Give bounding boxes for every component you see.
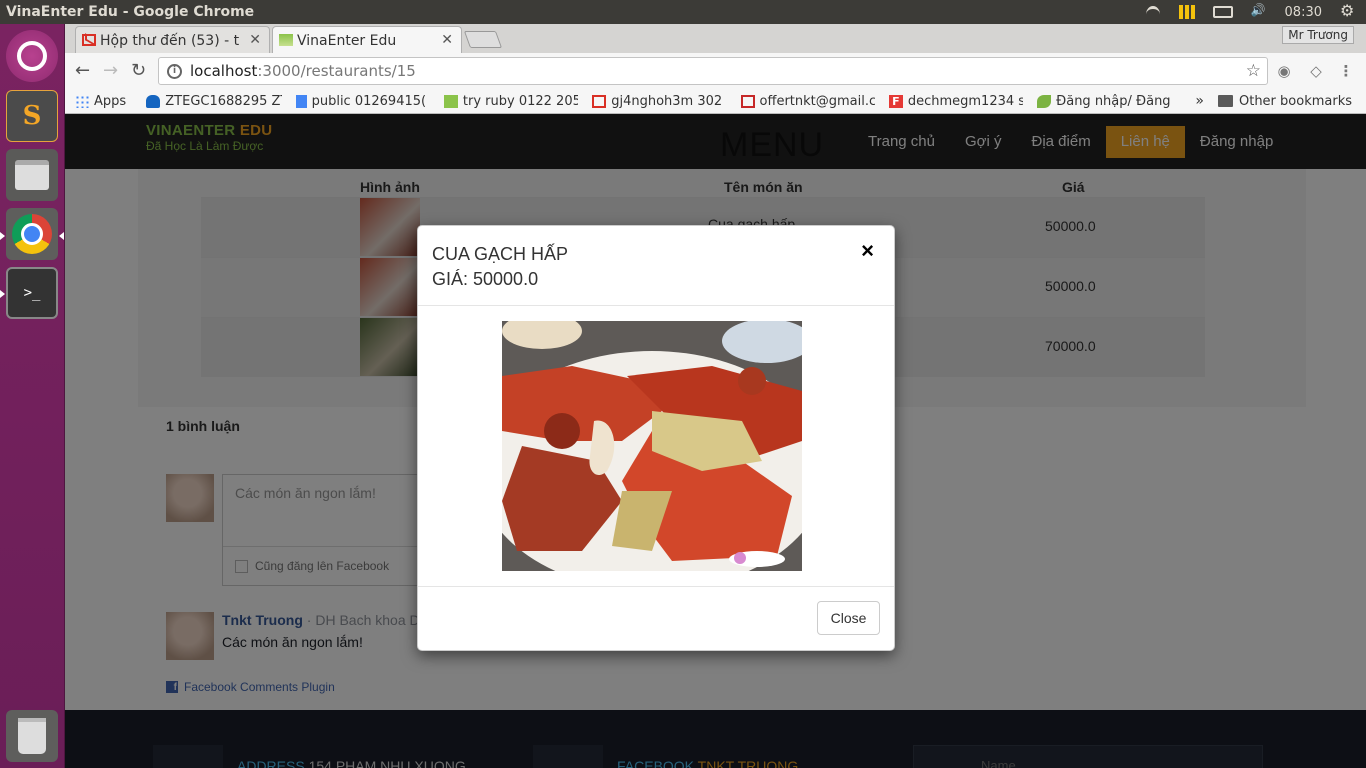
docs-icon: [295, 94, 307, 108]
tab-close-icon[interactable]: ✕: [249, 32, 261, 48]
forward-icon[interactable]: →: [103, 60, 118, 81]
url-host: localhost: [190, 62, 258, 80]
trash-icon: [18, 718, 46, 754]
modal-title: CUA GẠCH HẤP GIÁ: 50000.0: [432, 242, 568, 292]
f-icon: F: [888, 94, 903, 108]
extension-eye-icon[interactable]: ◉: [1275, 62, 1293, 80]
browser-chrome: Hộp thư đến (53) - t ✕ VinaEnter Edu ✕ M…: [65, 24, 1366, 114]
chrome-icon: [12, 214, 52, 254]
leaf-icon: [1037, 94, 1052, 108]
modal-body: [418, 306, 894, 587]
wifi-icon[interactable]: [1145, 5, 1161, 19]
running-indicator: [0, 232, 5, 240]
system-tray: 08:30: [1145, 1, 1366, 20]
sublime-text-launcher[interactable]: S: [6, 90, 58, 142]
ubuntu-dash-button[interactable]: [6, 30, 58, 82]
apps-icon: [75, 94, 89, 108]
bookmark-apps[interactable]: Apps: [75, 94, 132, 109]
new-tab-button[interactable]: [463, 31, 503, 48]
bookmark-item[interactable]: offertnkt@gmail.c: [740, 94, 875, 109]
tab-strip: Hộp thư đến (53) - t ✕ VinaEnter Edu ✕ M…: [65, 24, 1366, 53]
bookmarks-bar: Apps ZTEGC1688295 ZT public 01269415( tr…: [65, 89, 1366, 114]
focused-indicator: [59, 232, 64, 240]
dish-photo: [502, 321, 802, 571]
tab-label: Hộp thư đến (53) - t: [100, 33, 240, 49]
close-button[interactable]: Close: [817, 601, 880, 635]
tab-label: VinaEnter Edu: [297, 33, 397, 49]
cloud-icon: [146, 94, 161, 108]
mail-icon: [740, 94, 755, 108]
running-indicator: [0, 290, 5, 298]
unity-launcher: S >_: [0, 24, 65, 768]
bookmark-item[interactable]: ZTEGC1688295 ZT: [146, 94, 282, 109]
address-bar[interactable]: i localhost :3000/restaurants/15 ☆: [158, 57, 1268, 85]
battery-icon[interactable]: [1212, 6, 1233, 18]
info-icon[interactable]: i: [167, 63, 182, 79]
bookmark-item[interactable]: public 01269415(: [295, 94, 430, 109]
extension-tag-icon[interactable]: ◇: [1307, 62, 1325, 80]
trash-launcher[interactable]: [6, 710, 58, 762]
profile-button[interactable]: Mr Trương: [1282, 26, 1354, 44]
bookmarks-overflow-button[interactable]: »: [1195, 93, 1204, 109]
terminal-icon: >_: [23, 285, 41, 301]
bookmark-item[interactable]: try ruby 0122 205: [443, 94, 578, 109]
chrome-launcher[interactable]: [6, 208, 58, 260]
modal-header: CUA GẠCH HẤP GIÁ: 50000.0 ×: [418, 226, 894, 306]
folder-icon: [1217, 95, 1233, 107]
dish-title: CUA GẠCH HẤP: [432, 244, 569, 264]
ubuntu-top-panel: VinaEnter Edu - Google Chrome 08:30: [0, 0, 1366, 24]
indicator-icon[interactable]: [1178, 5, 1195, 19]
browser-toolbar: ← → ↻ i localhost :3000/restaurants/15 ☆…: [65, 53, 1366, 89]
chrome-menu-icon[interactable]: ⋮: [1337, 62, 1355, 80]
bookmark-item[interactable]: gj4nghoh3m 302: [592, 94, 726, 109]
clock[interactable]: 08:30: [1285, 5, 1322, 20]
volume-icon[interactable]: [1251, 3, 1267, 19]
tab-close-icon[interactable]: ✕: [441, 32, 453, 48]
dish-modal: CUA GẠCH HẤP GIÁ: 50000.0 × Close: [417, 225, 895, 651]
close-icon[interactable]: ×: [861, 238, 874, 264]
ubuntu-logo-icon: [17, 41, 47, 71]
gmail-icon: [82, 34, 96, 46]
other-bookmarks[interactable]: Other bookmarks: [1217, 94, 1352, 109]
tab-vinaenter[interactable]: VinaEnter Edu ✕: [272, 26, 462, 53]
bookmark-item[interactable]: F dechmegm1234 s: [888, 94, 1023, 109]
window-title: VinaEnter Edu - Google Chrome: [6, 4, 255, 20]
dish-price-label: GIÁ: 50000.0: [432, 269, 539, 289]
gear-icon[interactable]: [1340, 1, 1356, 20]
files-launcher[interactable]: [6, 149, 58, 201]
back-icon[interactable]: ←: [75, 60, 90, 81]
sublime-icon: S: [22, 101, 42, 131]
url-path: :3000/restaurants/15: [257, 62, 416, 80]
reload-icon[interactable]: ↻: [131, 60, 146, 81]
files-icon: [15, 160, 49, 190]
image-icon: [443, 94, 458, 108]
gmail-icon: [592, 94, 607, 108]
bookmark-item[interactable]: Đăng nhập/ Đăng: [1037, 94, 1179, 109]
vinaenter-favicon: [279, 34, 293, 46]
bookmark-star-icon[interactable]: ☆: [1246, 61, 1261, 81]
terminal-launcher[interactable]: >_: [6, 267, 58, 319]
tab-gmail[interactable]: Hộp thư đến (53) - t ✕: [75, 26, 270, 53]
